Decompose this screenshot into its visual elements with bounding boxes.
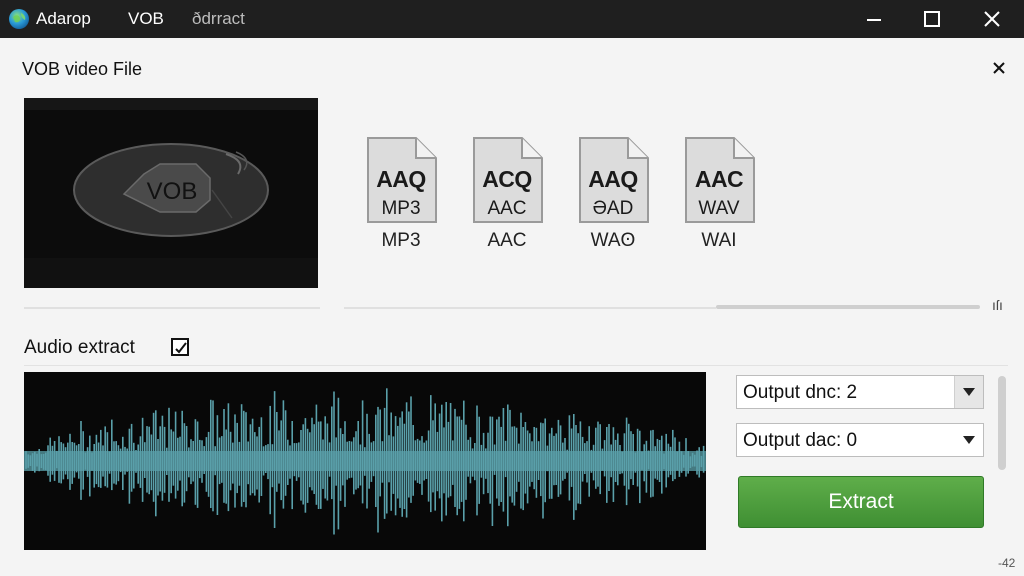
format-ext: WAV — [698, 198, 740, 219]
format-label: MP3 — [381, 230, 421, 251]
chevron-down-icon — [963, 436, 975, 444]
divider — [344, 307, 716, 309]
format-ext: MP3 — [381, 198, 421, 219]
format-code: AAQ — [376, 166, 426, 192]
corner-number: -42 — [998, 556, 1016, 570]
format-label: WAʘ — [590, 230, 636, 251]
audio-extract-label: Audio extract — [24, 337, 135, 358]
video-preview-art: VOB — [24, 98, 318, 288]
title-bar: Adarop VOB ðdrract — [0, 0, 1024, 38]
format-aac[interactable]: ACQ AAC AAC — [462, 136, 552, 256]
divider — [24, 365, 1008, 366]
title-segment-vob: VOB — [128, 9, 164, 28]
minimize-icon — [867, 19, 881, 21]
minimize-button[interactable] — [846, 0, 902, 38]
app-globe-icon — [9, 9, 29, 29]
close-icon — [984, 11, 1000, 27]
close-button[interactable] — [964, 0, 1020, 38]
dropdown-value: Output dac: 0 — [743, 430, 858, 451]
extract-button[interactable]: Extract — [738, 476, 984, 528]
chevron-down-icon — [963, 388, 975, 396]
maximize-icon — [924, 11, 940, 27]
app-name: Adarop — [36, 9, 91, 28]
format-ext: ƏAD — [592, 198, 634, 219]
output-dropdown-2[interactable]: Output dac: 0 — [736, 423, 984, 457]
maximize-button[interactable] — [904, 0, 960, 38]
format-label: AAC — [487, 230, 527, 251]
panel-close-button[interactable] — [986, 56, 1012, 80]
format-wav-2[interactable]: AAC WAV WAI — [674, 136, 764, 256]
close-icon — [993, 62, 1005, 74]
format-label: WAI — [701, 230, 737, 251]
format-code: AAQ — [588, 166, 638, 192]
divider — [24, 307, 320, 309]
checkmark-icon — [175, 342, 187, 354]
resize-glyph: ıſı — [992, 297, 1003, 313]
format-wav-1[interactable]: AAQ ƏAD WAʘ — [568, 136, 658, 256]
format-ext: AAC — [487, 198, 527, 219]
panel-title: VOB video File — [22, 59, 143, 79]
audio-waveform[interactable] — [24, 372, 706, 550]
format-mp3[interactable]: AAQ MP3 MP3 — [356, 136, 446, 256]
audio-extract-checkbox[interactable] — [171, 338, 189, 356]
video-preview[interactable]: VOB — [24, 98, 318, 288]
progress-track[interactable] — [716, 305, 980, 309]
format-code: AAC — [694, 166, 744, 192]
format-code: ACQ — [482, 166, 532, 192]
title-segment-extract: ðdrract — [192, 9, 245, 28]
dropdown-value: Output dnc: 2 — [743, 382, 858, 403]
vob-badge: VOB — [147, 178, 198, 205]
waveform-graphic — [24, 388, 706, 535]
vertical-scrollbar[interactable] — [998, 376, 1006, 470]
dropdown-arrow[interactable] — [955, 424, 983, 456]
dropdown-arrow[interactable] — [954, 376, 983, 408]
output-dropdown-1[interactable]: Output dnc: 2 — [736, 375, 984, 409]
